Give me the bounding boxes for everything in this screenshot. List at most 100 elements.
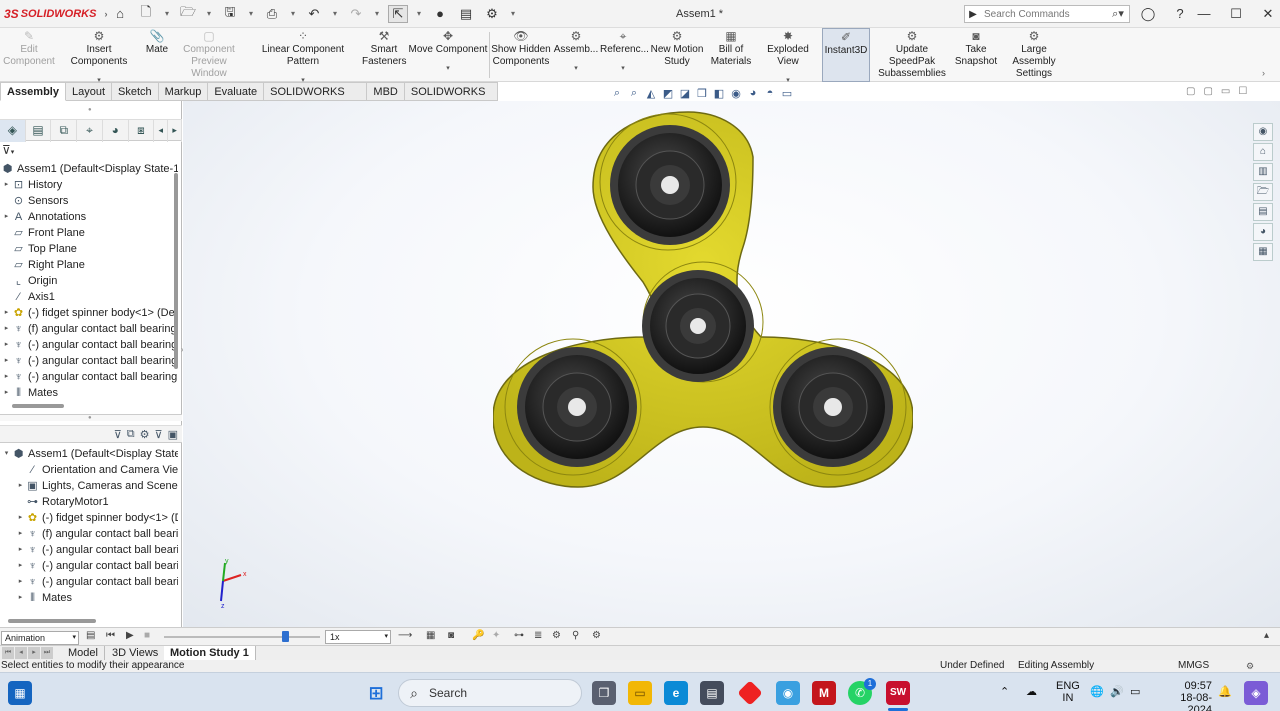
view-palette-icon[interactable]: 🗁: [1253, 183, 1273, 201]
solidworks-resources-icon[interactable]: ◉: [1253, 123, 1273, 141]
feature-tree-vertical-scrollbar[interactable]: [174, 173, 178, 369]
expand-arrow-icon[interactable]: ▸: [16, 590, 25, 606]
file-properties-icon[interactable]: ▤: [456, 6, 476, 22]
search-magnifier-icon[interactable]: ⌕▾: [1107, 7, 1129, 21]
expand-arrow-icon[interactable]: ▸: [16, 542, 25, 558]
status-options-icon[interactable]: ⚙: [1246, 660, 1254, 672]
network-icon[interactable]: 🌐: [1090, 685, 1104, 698]
filter-animation-icon[interactable]: ⧉: [127, 428, 135, 441]
tab-model[interactable]: Model: [62, 646, 105, 661]
mate-button[interactable]: 📎 Mate: [142, 28, 172, 82]
expand-arrow-icon[interactable]: ▸: [2, 385, 11, 401]
chrome-icon[interactable]: ◉: [776, 681, 800, 705]
redo-dropdown-icon[interactable]: ▾: [372, 9, 382, 18]
collapse-motion-manager-icon[interactable]: ▴: [1264, 630, 1269, 641]
expand-arrow-icon[interactable]: ▸: [2, 305, 11, 321]
clock[interactable]: 09:57 18-08-2024: [1160, 680, 1212, 711]
tree-item-sensors[interactable]: ⊙ Sensors: [2, 193, 68, 209]
tree-item-bearing-3[interactable]: ▸ ♆ (-) angular contact ball bearing: [2, 353, 177, 369]
filter-driving-icon[interactable]: ⚙: [140, 428, 150, 441]
chevron-down-icon[interactable]: ▾: [408, 64, 488, 74]
expand-arrow-icon[interactable]: ▸: [2, 337, 11, 353]
doc-tile-icon[interactable]: ▢: [1203, 86, 1212, 97]
display-manager-tab-icon[interactable]: ◕: [103, 120, 129, 142]
previous-view-icon[interactable]: ◭: [644, 87, 658, 100]
tree-item-fidget-spinner-body[interactable]: ▸✿ (-) fidget spinner body<1> (Default: [2, 305, 178, 321]
rebuild-traffic-light-icon[interactable]: ●: [430, 6, 450, 21]
view-settings-icon[interactable]: ▭: [780, 87, 794, 100]
filter-icon[interactable]: ⊽: [114, 428, 122, 441]
edge-browser-icon[interactable]: e: [664, 681, 688, 705]
motion-tree-bearing-4[interactable]: ▸ ♆ (-) angular contact ball bearing: [16, 574, 178, 590]
filter-selected-icon[interactable]: ⊽: [155, 428, 163, 441]
bearing-center[interactable]: [642, 270, 754, 382]
stop-icon[interactable]: ■: [144, 630, 150, 641]
select-cursor-icon[interactable]: ⇱: [388, 4, 408, 23]
cam-tab-icon[interactable]: ⧆: [129, 120, 155, 142]
red-diamond-app-icon[interactable]: [737, 680, 763, 706]
insert-components-button[interactable]: ⚙ Insert Components ▾: [58, 28, 140, 84]
panel-grip-icon[interactable]: ●: [88, 107, 92, 113]
tab-motion-study-1[interactable]: Motion Study 1: [164, 646, 256, 661]
minimize-icon[interactable]: —: [1196, 6, 1212, 22]
motion-tree-bearing-1[interactable]: ▸ ♆ (f) angular contact ball bearing: [16, 526, 178, 542]
notification-bell-icon[interactable]: 🔔: [1218, 685, 1232, 698]
language-indicator[interactable]: ENG IN: [1056, 680, 1080, 704]
timeline-slider-handle[interactable]: [282, 631, 290, 642]
contact-tool-icon[interactable]: ⚙: [552, 630, 561, 641]
motion-tree-bearing-2[interactable]: ▸ ♆ (-) angular contact ball bearing: [16, 542, 178, 558]
options-dropdown-icon[interactable]: ▾: [508, 9, 518, 18]
tree-item-annotations[interactable]: ▸ A Annotations: [2, 209, 86, 225]
bearing-right[interactable]: [773, 347, 893, 467]
filter-results-icon[interactable]: ▣: [168, 428, 178, 441]
study-type-select[interactable]: Animation ▾: [1, 631, 79, 645]
tab-solidworks-add-ins[interactable]: SOLIDWORKS Add-Ins: [264, 82, 368, 116]
mcafee-icon[interactable]: M: [812, 681, 836, 705]
motor-tool-icon[interactable]: ⊶: [514, 630, 524, 641]
tree-item-right-plane[interactable]: ▱ Right Plane: [2, 257, 85, 273]
feature-tree-horizontal-scrollbar[interactable]: [12, 404, 64, 408]
last-tab-icon[interactable]: ⏭: [41, 647, 53, 659]
design-library-icon[interactable]: ⌂: [1253, 143, 1273, 161]
tree-filter-icon[interactable]: ⊽▾: [2, 143, 14, 157]
tree-root-assembly[interactable]: ⬢ Assem1 (Default<Display State-1>: [0, 161, 178, 177]
bill-of-materials-button[interactable]: ▦ Bill of Materials: [708, 28, 754, 82]
new-dropdown-icon[interactable]: ▾: [162, 9, 172, 18]
tab-layout[interactable]: Layout: [65, 82, 113, 101]
solidworks-taskbar-icon[interactable]: SW: [886, 681, 910, 705]
tab-mbd[interactable]: MBD: [367, 82, 405, 101]
configuration-manager-tab-icon[interactable]: ⧉: [51, 120, 78, 142]
open-folder-icon[interactable]: 🗁: [178, 3, 198, 25]
panel-splitter[interactable]: ●: [0, 414, 182, 421]
redo-icon[interactable]: ↷: [346, 6, 366, 22]
prev-tab-icon[interactable]: ◂: [15, 647, 27, 659]
motion-tree-root-assembly[interactable]: ▾⬢ Assem1 (Default<Display State-1>: [2, 446, 178, 462]
chevron-down-icon[interactable]: ▾: [553, 64, 599, 74]
expand-arrow-icon[interactable]: ▸: [2, 369, 11, 385]
animation-wizard-icon[interactable]: ◙: [448, 630, 454, 641]
tree-item-axis1[interactable]: ⁄ Axis1: [2, 289, 55, 305]
appearances-icon[interactable]: ▤: [1253, 203, 1273, 221]
dynamic-annotation-icon[interactable]: ◪: [678, 87, 692, 100]
add-key-icon[interactable]: ✦: [492, 630, 500, 641]
onedrive-cloud-icon[interactable]: ☁: [1026, 685, 1037, 698]
tab-markup[interactable]: Markup: [158, 82, 209, 101]
undo-icon[interactable]: ↶: [304, 6, 324, 22]
zoom-to-area-icon[interactable]: ⌕: [627, 87, 641, 100]
hide-show-icon[interactable]: ◉: [729, 87, 743, 100]
smart-fasteners-button[interactable]: ⚒ Smart Fasteners: [362, 28, 406, 82]
doc-minimize-icon[interactable]: ▭: [1221, 86, 1230, 97]
print-dropdown-icon[interactable]: ▾: [288, 9, 298, 18]
component-preview-window-button[interactable]: ▢ Component Preview Window: [174, 28, 244, 82]
bearing-top[interactable]: [610, 125, 730, 245]
tab-sketch[interactable]: Sketch: [112, 82, 159, 101]
volume-icon[interactable]: 🔊: [1110, 685, 1124, 698]
tabs-scroll-left-icon[interactable]: ◂: [154, 120, 169, 142]
new-motion-study-button[interactable]: ⚙ New Motion Study: [648, 28, 706, 82]
motion-tree-mates[interactable]: ▸ ⫴ Mates: [16, 590, 72, 606]
select-dropdown-icon[interactable]: ▾: [414, 9, 424, 18]
apply-scene-icon[interactable]: ◓: [763, 87, 777, 99]
print-icon[interactable]: ⎙: [262, 6, 282, 22]
file-explorer-taskbar-icon[interactable]: ▭: [628, 681, 652, 705]
user-account-icon[interactable]: ◯: [1140, 6, 1156, 22]
